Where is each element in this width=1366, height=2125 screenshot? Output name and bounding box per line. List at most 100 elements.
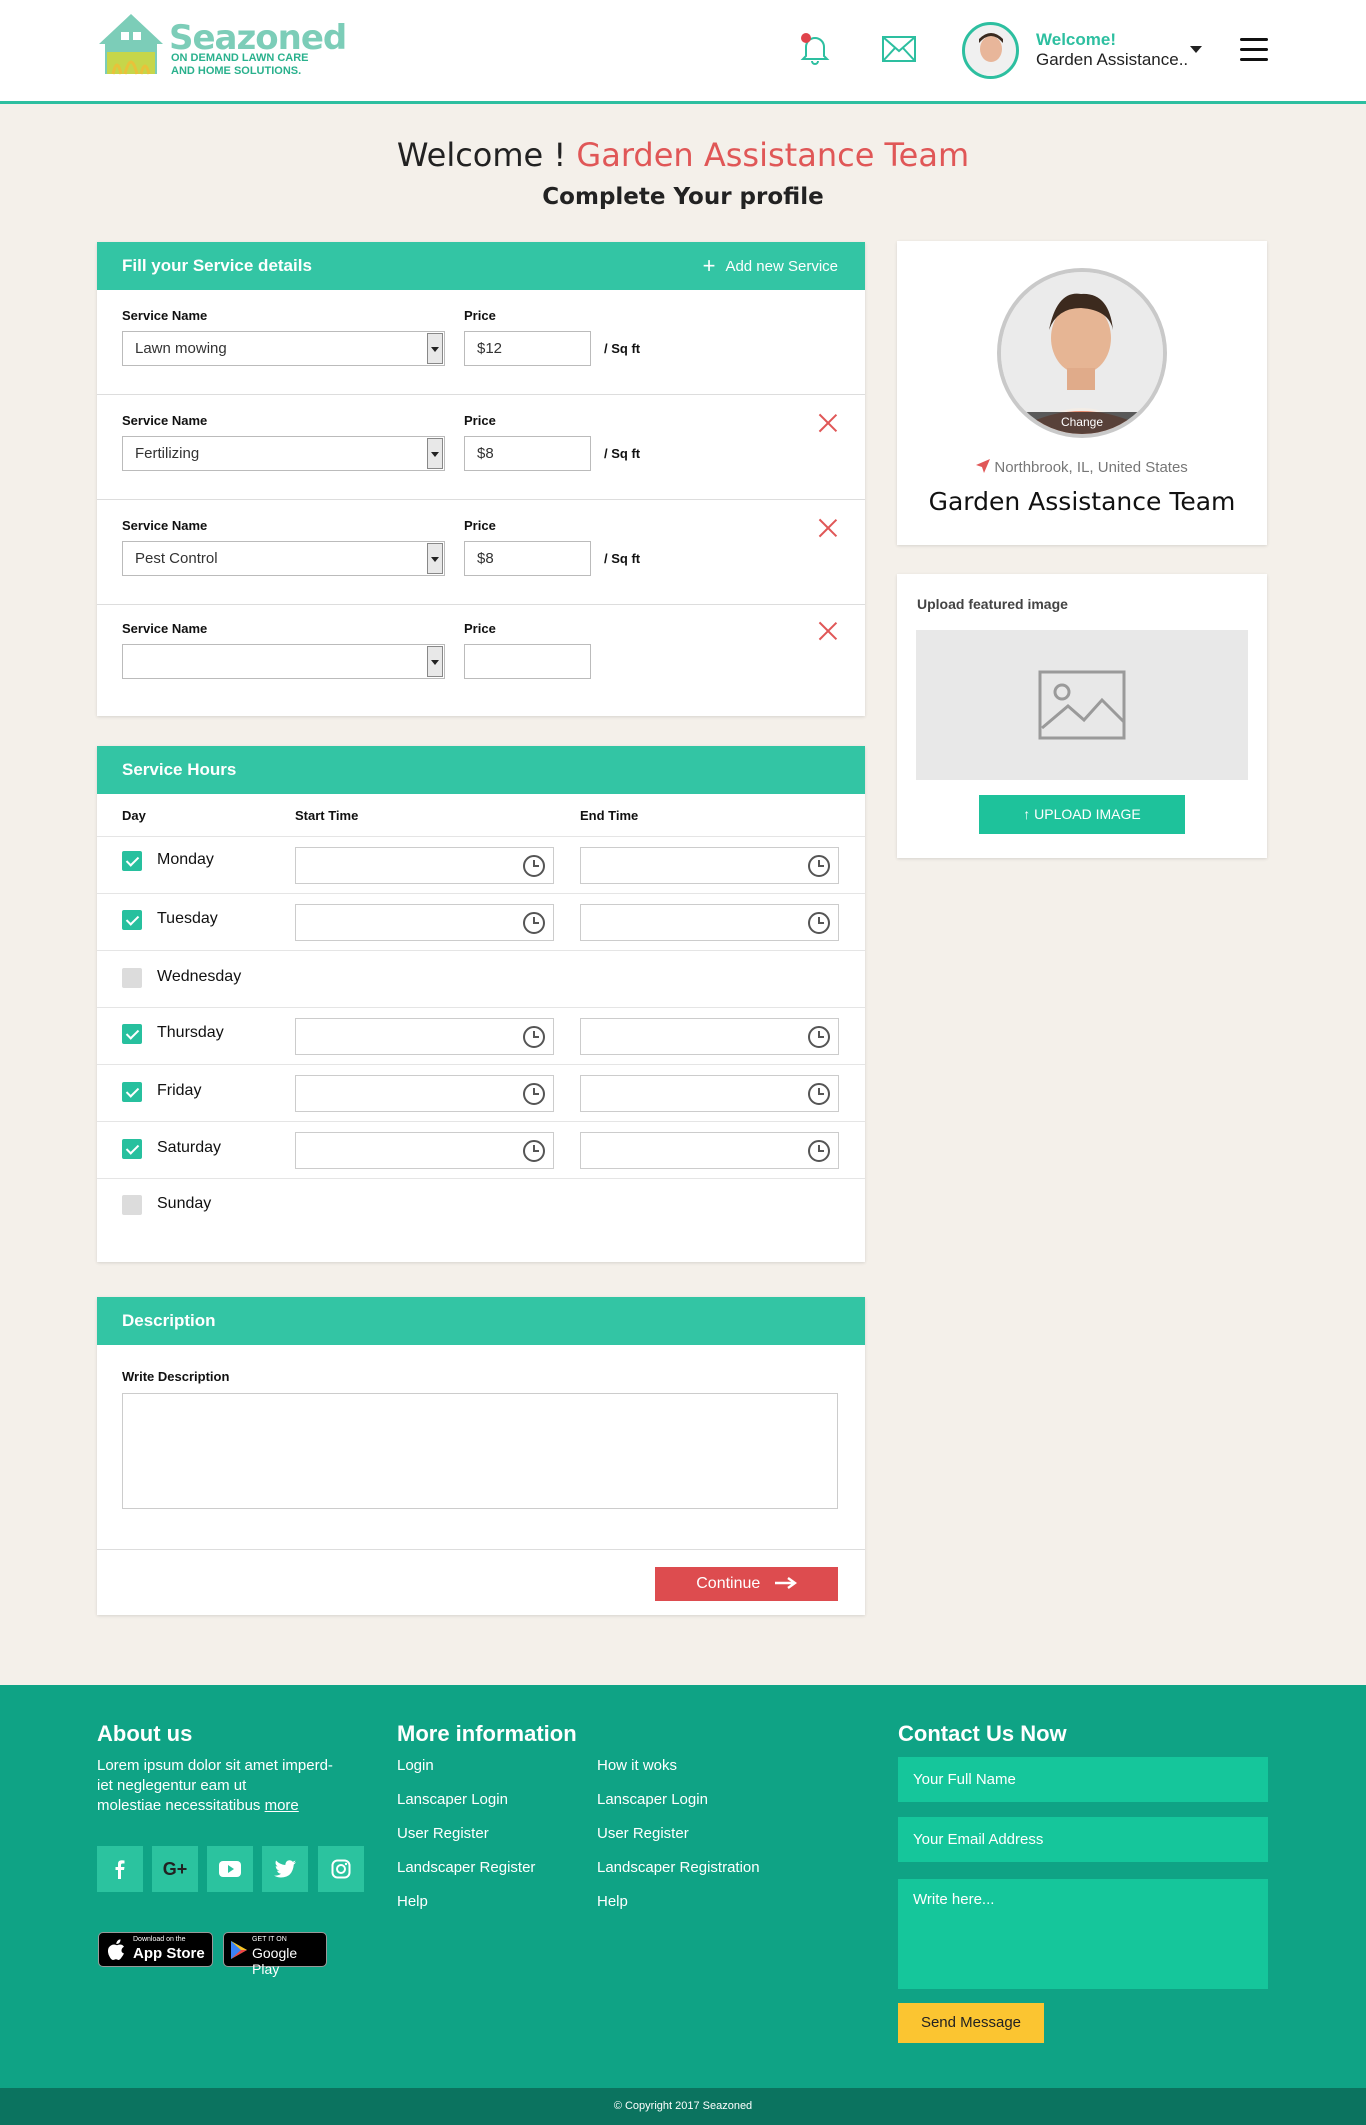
footer-link-login[interactable]: Login [397, 1757, 434, 1774]
service-value: Fertilizing [135, 445, 200, 462]
user-name[interactable]: Garden Assistance.. [1036, 50, 1188, 70]
end-time-input[interactable] [580, 1075, 839, 1112]
add-service-button[interactable]: + Add new Service [703, 242, 838, 291]
page-title: Welcome ! Garden Assistance Team [0, 136, 1366, 174]
service-select[interactable]: Fertilizing [122, 436, 445, 471]
clock-icon[interactable] [523, 855, 545, 877]
about-text: Lorem ipsum dolor sit amet imperd- iet n… [97, 1756, 367, 1816]
clock-icon[interactable] [808, 912, 830, 934]
start-time-input[interactable] [295, 904, 554, 941]
day-checkbox[interactable] [122, 1082, 142, 1102]
app-store-small-text: Download on the [133, 1936, 186, 1943]
upload-image-button[interactable]: ↑ UPLOAD IMAGE [979, 795, 1185, 834]
day-checkbox[interactable] [122, 968, 142, 988]
price-input[interactable]: $12 [464, 331, 591, 366]
remove-service-icon[interactable] [818, 518, 838, 538]
service-value: Lawn mowing [135, 340, 227, 357]
chevron-down-icon[interactable] [427, 646, 443, 677]
about-line-1: Lorem ipsum dolor sit amet imperd- [97, 1757, 333, 1774]
clock-icon[interactable] [523, 1083, 545, 1105]
start-time-input[interactable] [295, 1075, 554, 1112]
send-message-button[interactable]: Send Message [898, 2003, 1044, 2043]
service-details-title: Fill your Service details [122, 256, 312, 275]
chevron-down-icon[interactable] [427, 333, 443, 364]
facebook-icon[interactable] [97, 1846, 143, 1892]
service-name-label: Service Name [122, 518, 208, 533]
footer-link-landscaper-register[interactable]: Landscaper Register [397, 1859, 535, 1876]
remove-service-icon[interactable] [818, 413, 838, 433]
upload-icon: ↑ [1023, 806, 1031, 822]
service-select[interactable] [122, 644, 445, 679]
upload-card: Upload featured image ↑ UPLOAD IMAGE [897, 574, 1267, 858]
image-placeholder[interactable] [916, 630, 1248, 780]
clock-icon[interactable] [523, 912, 545, 934]
price-input[interactable]: $8 [464, 541, 591, 576]
day-checkbox[interactable] [122, 1139, 142, 1159]
day-label: Wednesday [157, 968, 242, 985]
menu-icon[interactable] [1240, 38, 1268, 62]
day-checkbox[interactable] [122, 851, 142, 871]
about-more-link[interactable]: more [265, 1797, 299, 1814]
contact-message-input[interactable]: Write here... [898, 1879, 1268, 1989]
contact-name-input[interactable]: Your Full Name [898, 1757, 1268, 1802]
footer-link-help[interactable]: Help [397, 1893, 428, 1910]
twitter-icon[interactable] [262, 1846, 308, 1892]
day-checkbox[interactable] [122, 910, 142, 930]
chevron-down-icon[interactable] [427, 438, 443, 469]
day-column-header: Day [122, 808, 146, 823]
end-time-input[interactable] [580, 847, 839, 884]
contact-email-input[interactable]: Your Email Address [898, 1817, 1268, 1862]
remove-service-icon[interactable] [818, 621, 838, 641]
mail-icon[interactable] [882, 36, 916, 62]
chevron-down-icon[interactable] [1190, 46, 1202, 53]
instagram-icon[interactable] [318, 1846, 364, 1892]
day-checkbox[interactable] [122, 1195, 142, 1215]
clock-icon[interactable] [808, 1083, 830, 1105]
app-store-text: App Store [133, 1945, 205, 1962]
add-service-label: Add new Service [725, 258, 838, 275]
start-time-input[interactable] [295, 1018, 554, 1055]
clock-icon[interactable] [808, 1026, 830, 1048]
app-store-badge[interactable]: Download on the App Store [98, 1932, 213, 1967]
footer-link-landscaper-registration[interactable]: Landscaper Registration [597, 1859, 760, 1876]
footer-link-landscaper-login-2[interactable]: Lanscaper Login [597, 1791, 708, 1808]
clock-icon[interactable] [808, 855, 830, 877]
profile-photo[interactable]: Change [997, 268, 1167, 438]
logo[interactable]: Seazoned ON DEMAND LAWN CARE AND HOME SO… [97, 12, 347, 80]
copyright: © Copyright 2017 Seazoned [0, 2088, 1366, 2125]
footer-link-user-register-2[interactable]: User Register [597, 1825, 689, 1842]
description-card: Description Write Description Continue [97, 1297, 865, 1615]
price-unit: / Sq ft [604, 341, 641, 356]
end-time-input[interactable] [580, 1018, 839, 1055]
price-input[interactable] [464, 644, 591, 679]
day-row-tuesday: Tuesday [97, 893, 865, 950]
bell-icon[interactable] [798, 30, 832, 66]
footer-link-user-register[interactable]: User Register [397, 1825, 489, 1842]
price-input[interactable]: $8 [464, 436, 591, 471]
day-checkbox[interactable] [122, 1024, 142, 1044]
start-time-input[interactable] [295, 1132, 554, 1169]
footer-link-help-2[interactable]: Help [597, 1893, 628, 1910]
start-time-input[interactable] [295, 847, 554, 884]
footer-link-landscaper-login[interactable]: Lanscaper Login [397, 1791, 508, 1808]
continue-button[interactable]: Continue [655, 1567, 838, 1601]
footer-link-how-it-works[interactable]: How it woks [597, 1757, 677, 1774]
day-row-wednesday: Wednesday [97, 950, 865, 1007]
google-play-badge[interactable]: GET IT ON Google Play [223, 1932, 327, 1977]
day-label: Friday [157, 1082, 202, 1099]
google-plus-icon[interactable]: G+ [152, 1846, 198, 1892]
service-row: Service Name Pest Control Price $8 / Sq … [97, 500, 865, 605]
youtube-icon[interactable] [207, 1846, 253, 1892]
user-avatar[interactable] [962, 22, 1019, 79]
end-time-input[interactable] [580, 1132, 839, 1169]
chevron-down-icon[interactable] [427, 543, 443, 574]
clock-icon[interactable] [808, 1140, 830, 1162]
clock-icon[interactable] [523, 1140, 545, 1162]
service-hours-title: Service Hours [122, 760, 237, 779]
description-textarea[interactable] [122, 1393, 838, 1509]
clock-icon[interactable] [523, 1026, 545, 1048]
change-photo-button[interactable]: Change [1001, 412, 1163, 434]
service-select[interactable]: Lawn mowing [122, 331, 445, 366]
service-select[interactable]: Pest Control [122, 541, 445, 576]
end-time-input[interactable] [580, 904, 839, 941]
